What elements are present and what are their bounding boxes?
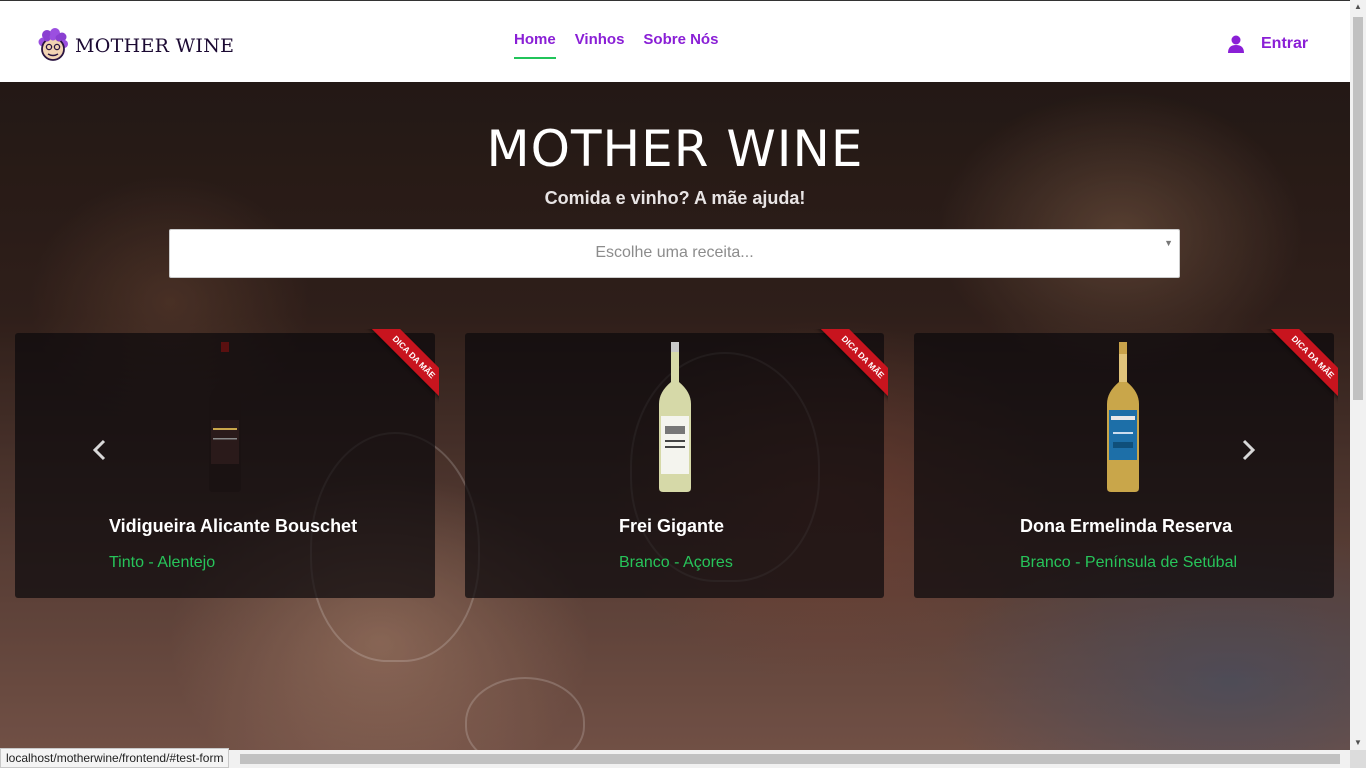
nav-item-home[interactable]: Home	[514, 31, 556, 59]
login-button[interactable]: Entrar	[1228, 35, 1308, 53]
wine-card[interactable]: DICA DA MÃE Frei Gigante Branco - Açores	[465, 329, 888, 598]
scroll-down-arrow-icon[interactable]: ▼	[1354, 738, 1362, 747]
ribbon-badge: DICA DA MÃE	[812, 329, 888, 405]
horizontal-scrollbar-thumb[interactable]	[240, 754, 1340, 764]
wine-bottle-image	[659, 342, 691, 492]
chevron-right-icon[interactable]	[1240, 437, 1256, 468]
scrollbar-corner	[1350, 750, 1366, 768]
wine-region: Branco - Açores	[619, 554, 733, 571]
status-bar-url: localhost/motherwine/frontend/#test-form	[0, 748, 230, 768]
wine-bottle-image	[209, 342, 241, 492]
ribbon-text: DICA DA MÃE	[817, 329, 888, 403]
wine-bottle-image	[1107, 342, 1139, 492]
vertical-scrollbar[interactable]: ▲ ▼	[1350, 0, 1366, 768]
hero-title: MOTHER WINE	[486, 120, 864, 178]
login-label: Entrar	[1261, 35, 1309, 52]
scroll-up-arrow-icon[interactable]: ▲	[1354, 2, 1362, 11]
caret-down-icon: ▼	[1164, 238, 1173, 248]
ribbon-text: DICA DA MÃE	[368, 329, 439, 403]
recipe-select[interactable]: Escolhe uma receita... ▼	[169, 229, 1180, 278]
vertical-scrollbar-thumb[interactable]	[1353, 17, 1363, 400]
wine-region: Branco - Península de Setúbal	[1020, 554, 1238, 571]
chevron-left-icon[interactable]	[92, 437, 108, 468]
ribbon-badge: DICA DA MÃE	[363, 329, 439, 405]
recipe-select-placeholder: Escolhe uma receita...	[595, 244, 754, 261]
brand-name: MOTHER WINE	[75, 35, 235, 57]
wine-name: Frei Gigante	[619, 516, 725, 536]
wine-region: Tinto - Alentejo	[109, 554, 216, 571]
brand-logo-link[interactable]: MOTHER WINE	[37, 27, 234, 65]
ribbon-badge: DICA DA MÃE	[1262, 329, 1338, 405]
hero-subtitle: Comida e vinho? A mãe ajuda!	[544, 188, 806, 208]
main-nav: Home Vinhos Sobre Nós	[514, 31, 718, 59]
ribbon-text: DICA DA MÃE	[1267, 329, 1338, 403]
wine-name: Vidigueira Alicante Bouschet	[109, 516, 358, 536]
wine-card[interactable]: DICA DA MÃE Vidigueira Alicante Bouschet…	[15, 329, 439, 598]
nav-item-sobre-nos[interactable]: Sobre Nós	[643, 31, 718, 59]
nav-item-vinhos[interactable]: Vinhos	[575, 31, 625, 59]
top-navbar: MOTHER WINE Home Vinhos Sobre Nós Entrar	[0, 0, 1350, 82]
grape-mother-icon	[38, 28, 68, 61]
hero-section: MOTHER WINE Comida e vinho? A mãe ajuda!…	[0, 82, 1350, 750]
user-icon	[1228, 35, 1244, 53]
wine-name: Dona Ermelinda Reserva	[1020, 516, 1233, 536]
wine-card[interactable]: DICA DA MÃE Dona Ermelinda Reserva Branc…	[914, 329, 1338, 598]
